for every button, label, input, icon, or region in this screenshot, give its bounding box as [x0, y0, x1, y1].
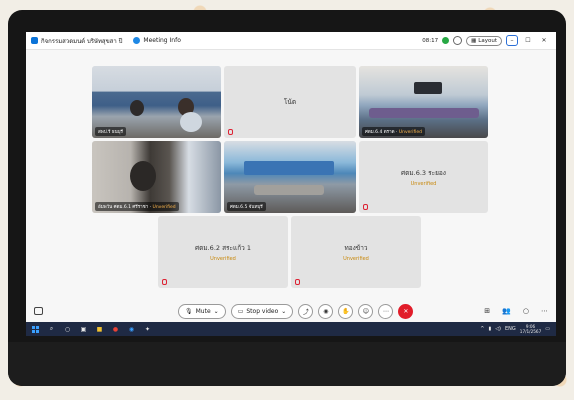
chevron-down-icon[interactable]: ⌄: [214, 308, 219, 315]
video-tile[interactable]: ศตม.6.3 ระยอง Unverified: [359, 141, 488, 213]
microphone-icon: 🎙: [185, 307, 193, 315]
webex-app-icon: [31, 37, 38, 44]
video-tile[interactable]: ศตม.6.4 ตราด · Unverified: [359, 66, 488, 138]
participant-name: อัมพวัน ศตม.6.1 ศรีราชา · Unverified: [95, 202, 179, 211]
meeting-screen: กิจกรรมสวดมนต์ บริษัทสุขสา ปี Meeting In…: [26, 32, 556, 336]
participant-name: โน้ต: [283, 98, 297, 106]
participant-name: ทองข้าว: [344, 243, 368, 252]
windows-taskbar: ⌕ ○ ▣ ■ ● ◉ ✦ ^ ▮ ◁) ENG 9:06 17/1/2567 …: [26, 322, 556, 336]
file-explorer-icon[interactable]: ■: [96, 326, 103, 333]
chrome-icon[interactable]: ●: [112, 326, 119, 333]
participant-name: ศตม.6.3 ระยอง: [401, 168, 446, 177]
participant-name: ศตม.6.2 สระแก้ว 1: [194, 243, 252, 252]
more-icon[interactable]: ⋯: [541, 307, 548, 315]
participant-name: ศตม.6.4 ตราด · Unverified: [362, 127, 425, 136]
info-icon[interactable]: [133, 37, 141, 44]
clock[interactable]: 9:06 17/1/2567: [520, 324, 541, 334]
video-tile[interactable]: ทองข้าว Unverified: [291, 216, 421, 288]
help-icon[interactable]: [453, 36, 463, 45]
share-button[interactable]: ⤴: [298, 303, 314, 319]
laptop-frame: กิจกรรมสวดมนต์ บริษัทสุขสา ปี Meeting In…: [8, 10, 566, 386]
video-tile[interactable]: สพป.ร้ ธนบุรี: [92, 66, 221, 138]
participants-icon[interactable]: 👥: [502, 307, 511, 315]
camera-icon: ▭: [237, 307, 244, 315]
windows-start-icon[interactable]: [32, 325, 39, 333]
participant-name: สพป.ร้ ธนบุรี: [95, 127, 126, 136]
task-view-icon[interactable]: ▣: [80, 326, 87, 333]
participant-name: ศตม.6.5 จันทบุรี: [227, 202, 266, 211]
volume-icon[interactable]: ◁): [495, 326, 501, 332]
tray-chevron-icon[interactable]: ^: [480, 326, 484, 332]
maximize-button[interactable]: ☐: [522, 35, 534, 46]
cortana-icon[interactable]: ○: [64, 326, 71, 333]
unverified-badge: Unverified: [343, 255, 369, 262]
mic-muted-icon: [162, 279, 167, 285]
layout-button[interactable]: ▦ Layout: [466, 35, 502, 46]
acrobat-icon[interactable]: ✦: [144, 326, 151, 333]
mic-muted-icon: [228, 129, 233, 135]
meeting-info-link[interactable]: Meeting Info: [143, 37, 180, 44]
grid-icon: ▦: [471, 37, 477, 44]
mute-button[interactable]: 🎙 Mute ⌄: [178, 303, 226, 319]
language-indicator[interactable]: ENG: [505, 326, 516, 332]
security-shield-icon[interactable]: [442, 37, 450, 44]
title-bar: กิจกรรมสวดมนต์ บริษัทสุขสา ปี Meeting In…: [26, 32, 556, 50]
mic-muted-icon: [363, 204, 368, 210]
stop-video-label: Stop video: [246, 307, 279, 315]
video-tile[interactable]: ศตม.6.5 จันทบุรี: [224, 141, 356, 213]
mic-muted-icon: [295, 279, 300, 285]
system-tray: ^ ▮ ◁) ENG 9:06 17/1/2567 ▭: [480, 324, 556, 334]
minimize-button[interactable]: –: [506, 35, 518, 46]
unverified-badge: Unverified: [210, 255, 236, 262]
unverified-badge: Unverified: [398, 130, 422, 135]
webex-taskbar-icon[interactable]: ◉: [128, 326, 135, 333]
more-options-button[interactable]: ⋯: [378, 303, 394, 319]
video-tile[interactable]: อัมพวัน ศตม.6.1 ศรีราชา · Unverified: [92, 141, 221, 213]
unverified-badge: Unverified: [410, 180, 437, 187]
video-tile[interactable]: ศตม.6.2 สระแก้ว 1 Unverified: [158, 216, 288, 288]
meeting-timer: 08:17: [422, 37, 439, 44]
clock-date: 17/1/2567: [519, 329, 542, 334]
video-tile[interactable]: โน้ต: [224, 66, 356, 138]
unverified-badge: Unverified: [152, 205, 176, 210]
chat-icon[interactable]: ○: [523, 307, 529, 315]
chevron-down-icon[interactable]: ⌄: [281, 308, 286, 315]
close-button[interactable]: ✕: [538, 35, 550, 46]
meeting-control-bar: 🎙 Mute ⌄ ▭ Stop video ⌄ ⤴ ◉ ✋ ☺ ⋯ ✕ ⊞ 👥: [26, 300, 556, 322]
network-icon[interactable]: ▮: [488, 326, 491, 332]
notifications-icon[interactable]: ▭: [545, 326, 550, 332]
stop-video-button[interactable]: ▭ Stop video ⌄: [230, 303, 294, 319]
layout-button-label: Layout: [478, 37, 497, 44]
captions-icon[interactable]: [34, 307, 43, 315]
mute-label: Mute: [195, 307, 211, 315]
leave-meeting-button[interactable]: ✕: [398, 303, 414, 319]
laptop-chin: [8, 342, 566, 386]
meeting-title: กิจกรรมสวดมนต์ บริษัทสุขสา ปี: [41, 37, 123, 45]
raise-hand-button[interactable]: ✋: [338, 303, 354, 319]
reactions-button[interactable]: ☺: [358, 303, 374, 319]
record-button[interactable]: ◉: [318, 303, 334, 319]
search-icon[interactable]: ⌕: [48, 325, 55, 333]
apps-icon[interactable]: ⊞: [484, 307, 490, 315]
